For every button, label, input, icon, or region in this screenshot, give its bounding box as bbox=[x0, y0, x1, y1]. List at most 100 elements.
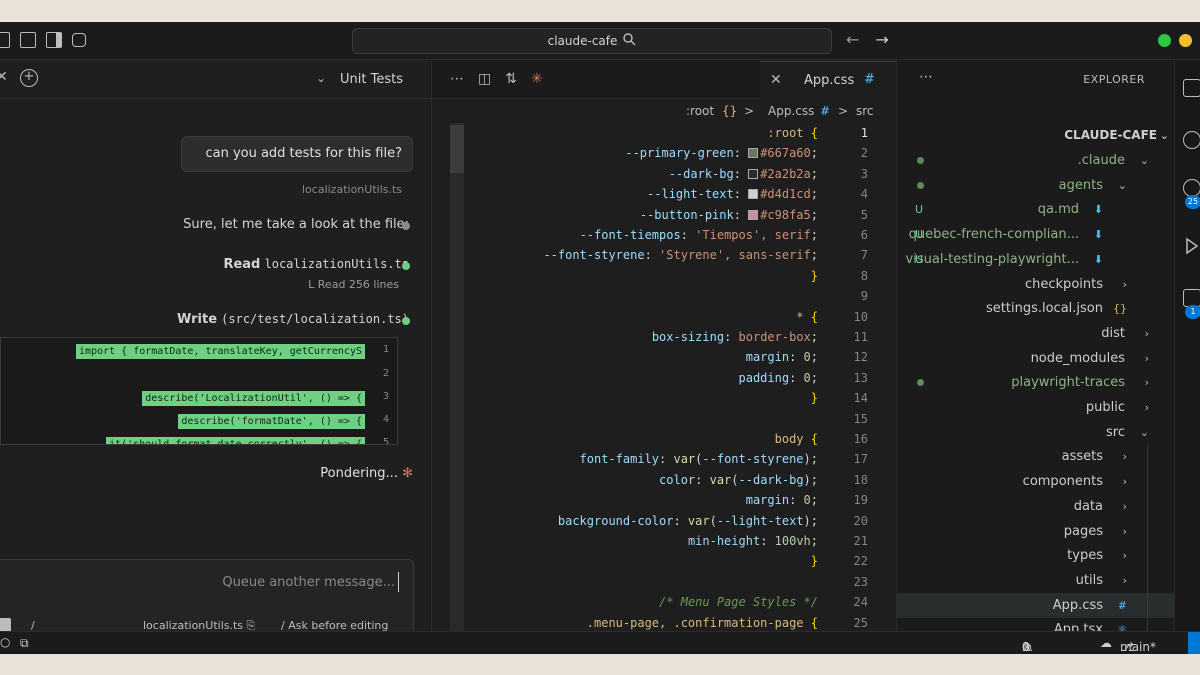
line-number: 8 bbox=[860, 268, 868, 283]
code-line[interactable]: --primary-green: #667a60; 2 bbox=[432, 143, 896, 163]
breadcrumb-symbol[interactable]: :root bbox=[686, 104, 714, 118]
compare-changes-icon[interactable]: ⇅ bbox=[505, 71, 517, 87]
code-line[interactable]: } 14 bbox=[432, 388, 896, 408]
tree-item[interactable]: src ⌄ bbox=[897, 420, 1175, 445]
close-icon[interactable]: ✕ bbox=[0, 69, 8, 85]
message-attachment: localizationUtils.ts bbox=[302, 183, 403, 196]
run-debug-icon[interactable] bbox=[1183, 237, 1200, 255]
line-number: 16 bbox=[853, 432, 868, 446]
code-line[interactable]: font-family: var(--font-styrene); 17 bbox=[432, 449, 896, 469]
tree-item[interactable]: visual-testing-playwright... ⬇ U bbox=[897, 247, 1175, 272]
command-center-search[interactable]: claude-cafe bbox=[352, 28, 832, 54]
chevron-right-icon: › bbox=[1122, 450, 1127, 464]
close-tab-icon[interactable]: ✕ bbox=[770, 72, 782, 88]
explorer-icon[interactable] bbox=[1183, 79, 1200, 97]
tree-item[interactable]: playwright-traces › bbox=[897, 370, 1175, 395]
code-line[interactable]: body { 16 bbox=[432, 429, 896, 449]
code-line[interactable]: /* Menu Page Styles */ 24 bbox=[432, 592, 896, 612]
code-line[interactable]: margin: 0; 19 bbox=[432, 490, 896, 510]
tree-item[interactable]: checkpoints › bbox=[897, 272, 1175, 297]
code-line[interactable]: 9 bbox=[432, 286, 896, 306]
tree-item[interactable]: quebec-french-complian... ⬇ U bbox=[897, 222, 1175, 247]
file-icon: ⬇ bbox=[1093, 228, 1103, 242]
code-line[interactable]: 15 bbox=[432, 409, 896, 429]
tree-item[interactable]: pages › bbox=[897, 519, 1175, 544]
copilot-status-icon[interactable]: ⧉ bbox=[20, 636, 29, 651]
toggle-panel-icon[interactable] bbox=[0, 32, 10, 48]
tree-item[interactable]: assets › bbox=[897, 444, 1175, 469]
tree-item[interactable]: utils › bbox=[897, 568, 1175, 593]
code-area[interactable]: :root {1 --primary-green: #667a60; 2 --da… bbox=[432, 123, 896, 631]
code-line[interactable]: 23 bbox=[432, 572, 896, 592]
code-line[interactable]: * {10 bbox=[432, 307, 896, 327]
tree-item[interactable]: data › bbox=[897, 494, 1175, 519]
more-actions-icon[interactable]: ⋯ bbox=[919, 69, 933, 85]
code-text: --primary-green: #667a60; bbox=[625, 146, 818, 161]
chevron-right-icon: › bbox=[1144, 351, 1149, 365]
diff-line-number: 1 bbox=[382, 344, 389, 355]
split-editor-icon[interactable]: ◫ bbox=[478, 71, 491, 87]
minimize-window-button[interactable] bbox=[1179, 34, 1192, 47]
css-file-icon: # bbox=[820, 104, 831, 118]
code-text: margin: 0; bbox=[745, 350, 818, 365]
code-line[interactable]: --button-pink: #c98fa5; 5 bbox=[432, 205, 896, 225]
tab-app-css[interactable]: ✕ App.css # bbox=[760, 61, 896, 99]
code-line[interactable]: } 22 bbox=[432, 551, 896, 571]
code-text: --font-styrene: 'Styrene', sans-serif; bbox=[543, 248, 818, 263]
code-line[interactable]: padding: 0; 13 bbox=[432, 368, 896, 388]
breadcrumb-folder[interactable]: src bbox=[856, 104, 874, 118]
back-arrow-icon[interactable]: ← bbox=[846, 30, 859, 49]
breadcrumb-file[interactable]: App.css bbox=[768, 104, 814, 118]
code-text: body { bbox=[774, 432, 818, 446]
code-line[interactable]: min-height: 100vh; 21 bbox=[432, 531, 896, 551]
zoom-window-button[interactable] bbox=[1158, 34, 1171, 47]
search-icon[interactable] bbox=[1183, 131, 1200, 149]
modified-dot bbox=[917, 181, 924, 189]
code-line[interactable]: --dark-bg: #2a2b2a; 3 bbox=[432, 164, 896, 184]
chevron-down-icon[interactable]: ⌄ bbox=[316, 71, 326, 85]
claude-logo-icon[interactable]: ✳ bbox=[531, 71, 543, 87]
tree-item[interactable]: settings.local.json {} bbox=[897, 296, 1175, 321]
chat-title[interactable]: Unit Tests bbox=[340, 72, 403, 87]
tree-item[interactable]: components › bbox=[897, 469, 1175, 494]
tree-item[interactable]: .claude ⌄ bbox=[897, 148, 1175, 173]
tree-item[interactable]: node_modules › bbox=[897, 346, 1175, 371]
more-actions-icon[interactable]: ⋯ bbox=[450, 71, 464, 87]
code-line[interactable]: margin: 0; 12 bbox=[432, 347, 896, 367]
tree-item-label: App.css bbox=[1052, 597, 1103, 613]
tree-item[interactable]: qa.md ⬇ U bbox=[897, 197, 1175, 222]
customize-layout-icon[interactable] bbox=[72, 33, 86, 47]
tree-item[interactable]: types › bbox=[897, 543, 1175, 568]
vscode-window: claude-cafe ← → ✕ + ⌄ Unit Tests can you… bbox=[0, 22, 1200, 654]
tree-item[interactable]: public › bbox=[897, 395, 1175, 420]
tree-item[interactable]: dist › bbox=[897, 321, 1175, 346]
remote-indicator[interactable] bbox=[1188, 632, 1200, 654]
line-number: 9 bbox=[860, 289, 868, 304]
code-line[interactable]: } 8 bbox=[432, 266, 896, 286]
toggle-sidebar-icon[interactable] bbox=[46, 32, 62, 48]
code-text: } bbox=[810, 554, 818, 569]
explorer-header: ⋯ EXPLORER bbox=[897, 61, 1175, 99]
project-root[interactable]: CLAUDE-CAFE ⌄ bbox=[897, 123, 1175, 148]
diff-preview[interactable]: 1 import { formatDate, translateKey, get… bbox=[0, 337, 398, 445]
forward-arrow-icon[interactable]: → bbox=[875, 30, 888, 49]
code-line[interactable]: --font-styrene: 'Styrene', sans-serif; 7 bbox=[432, 245, 896, 265]
toggle-bottom-panel-icon[interactable] bbox=[20, 32, 36, 48]
tree-item[interactable]: agents ⌄ bbox=[897, 173, 1175, 198]
code-line[interactable]: --light-text: #d4d1cd; 4 bbox=[432, 184, 896, 204]
code-line[interactable]: box-sizing: border-box; 11 bbox=[432, 327, 896, 347]
sync-icon[interactable]: ☁ bbox=[1100, 636, 1112, 650]
code-line[interactable]: background-color: var(--light-text); 20 bbox=[432, 511, 896, 531]
code-text: --font-tiempos: 'Tiempos', serif; bbox=[579, 228, 818, 242]
code-line[interactable]: .menu-page, .confirmation-page {25 bbox=[432, 613, 896, 631]
tree-item-label: types bbox=[1067, 548, 1103, 564]
branch-icon: ⎇ bbox=[1120, 640, 1134, 654]
code-line[interactable]: color: var(--dark-bg); 18 bbox=[432, 470, 896, 490]
chevron-right-icon: › bbox=[1122, 573, 1127, 587]
code-line[interactable]: :root {1 bbox=[432, 123, 896, 143]
chevron-down-icon: ⌄ bbox=[1139, 425, 1149, 439]
new-chat-icon[interactable]: + bbox=[20, 69, 38, 87]
bell-icon[interactable]: ○ bbox=[0, 635, 10, 649]
tree-item[interactable]: App.css # bbox=[897, 592, 1175, 618]
code-line[interactable]: --font-tiempos: 'Tiempos', serif; 6 bbox=[432, 225, 896, 245]
